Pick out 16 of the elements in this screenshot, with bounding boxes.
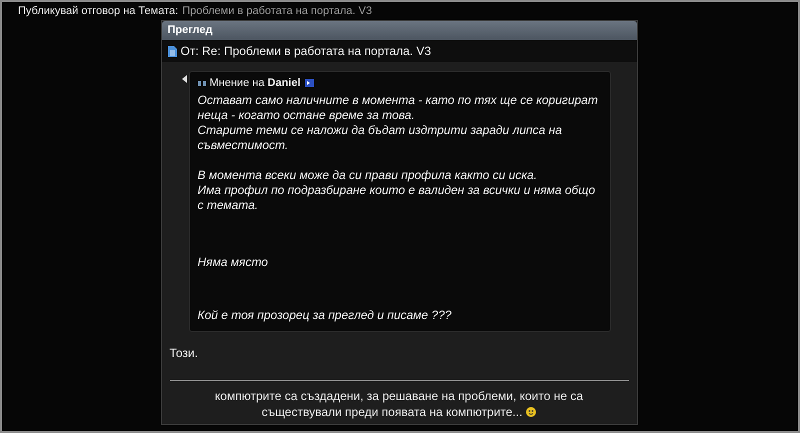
signature: компютрите са създадени, за решаване на проблеми, които не са съществували преди появата на компютрите... — [214, 388, 584, 420]
document-icon — [168, 46, 176, 56]
pointer-icon — [182, 75, 186, 83]
quote-text: Няма място — [198, 255, 269, 270]
panel-title: Преглед — [162, 21, 636, 40]
topic-title: Проблеми в работата на портала. V3 — [182, 5, 372, 18]
reply-heading: Публикувай отговор на Темата: — [18, 5, 178, 18]
quote-text: Остават само наличните в момента - като по тях ще се коригират неща - когато остане време за това. Старите теми се наложи да бъдат издтрити заради липса на съвместимост. — [198, 93, 599, 153]
quote-author: Мнение на Daniel — [210, 77, 301, 89]
smiley-icon — [526, 407, 536, 417]
post-title: От: Re: Проблеми в работата на портала. V3 — [180, 44, 432, 58]
quote-text: Кой е тоя прозорец за преглед и писаме ??? — [198, 308, 452, 323]
arrow-link-icon[interactable] — [304, 79, 314, 87]
quote-icon — [198, 80, 206, 86]
quote-text: В момента всеки може да си прави профила както си иска. Има профил по подразбиране които е валиден за всички и няма общо с темата. — [198, 168, 596, 213]
reply-text: Този. — [170, 346, 199, 360]
